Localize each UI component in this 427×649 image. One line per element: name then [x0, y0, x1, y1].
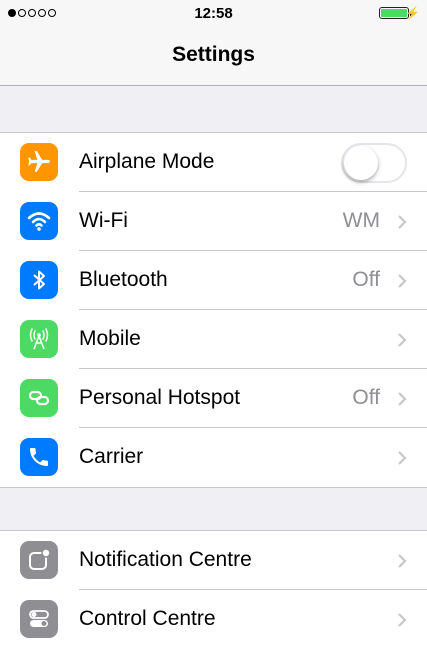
personal-hotspot-value: Off: [352, 386, 380, 409]
bolt-icon: ⚡: [405, 6, 420, 20]
chevron-right-icon: [398, 392, 407, 406]
chevron-right-icon: [398, 215, 407, 229]
bluetooth-label: Bluetooth: [79, 268, 168, 291]
settings-group-centres: Notification Centre Control Centre: [0, 530, 427, 649]
settings-row-personal-hotspot[interactable]: Personal Hotspot Off: [0, 369, 427, 428]
settings-row-notification-centre[interactable]: Notification Centre: [0, 531, 427, 590]
personal-hotspot-label: Personal Hotspot: [79, 386, 241, 409]
notification-centre-icon: [20, 541, 58, 579]
settings-row-wifi[interactable]: Wi-Fi WM: [0, 192, 427, 251]
navigation-bar: Settings: [0, 28, 427, 86]
settings-row-carrier[interactable]: Carrier: [0, 428, 427, 487]
airplane-mode-label: Airplane Mode: [79, 150, 215, 173]
settings-row-control-centre[interactable]: Control Centre: [0, 590, 427, 649]
wifi-label: Wi-Fi: [79, 209, 128, 232]
control-centre-label: Control Centre: [79, 607, 216, 630]
status-bar: 12:58 ⚡: [0, 0, 427, 28]
chevron-right-icon: [398, 554, 407, 568]
settings-row-bluetooth[interactable]: Bluetooth Off: [0, 251, 427, 310]
bluetooth-value: Off: [352, 268, 380, 291]
hotspot-icon: [20, 379, 58, 417]
settings-row-airplane-mode: Airplane Mode: [0, 133, 427, 192]
chevron-right-icon: [398, 451, 407, 465]
settings-row-mobile[interactable]: Mobile: [0, 310, 427, 369]
mobile-label: Mobile: [79, 327, 141, 350]
toggle-knob: [344, 146, 378, 180]
wifi-icon: [20, 202, 58, 240]
phone-icon: [20, 438, 58, 476]
control-centre-icon: [20, 600, 58, 638]
chevron-right-icon: [398, 274, 407, 288]
wifi-value: WM: [342, 209, 380, 232]
chevron-right-icon: [398, 333, 407, 347]
airplane-icon: [20, 143, 58, 181]
settings-group-connectivity: Airplane Mode Wi-Fi WM Bluetooth Off Mob…: [0, 132, 427, 488]
status-time: 12:58: [194, 5, 233, 22]
chevron-right-icon: [398, 613, 407, 627]
antenna-icon: [20, 320, 58, 358]
notification-centre-label: Notification Centre: [79, 548, 252, 571]
bluetooth-icon: [20, 261, 58, 299]
carrier-label: Carrier: [79, 445, 144, 468]
page-title: Settings: [172, 43, 255, 66]
airplane-mode-toggle[interactable]: [341, 143, 407, 183]
